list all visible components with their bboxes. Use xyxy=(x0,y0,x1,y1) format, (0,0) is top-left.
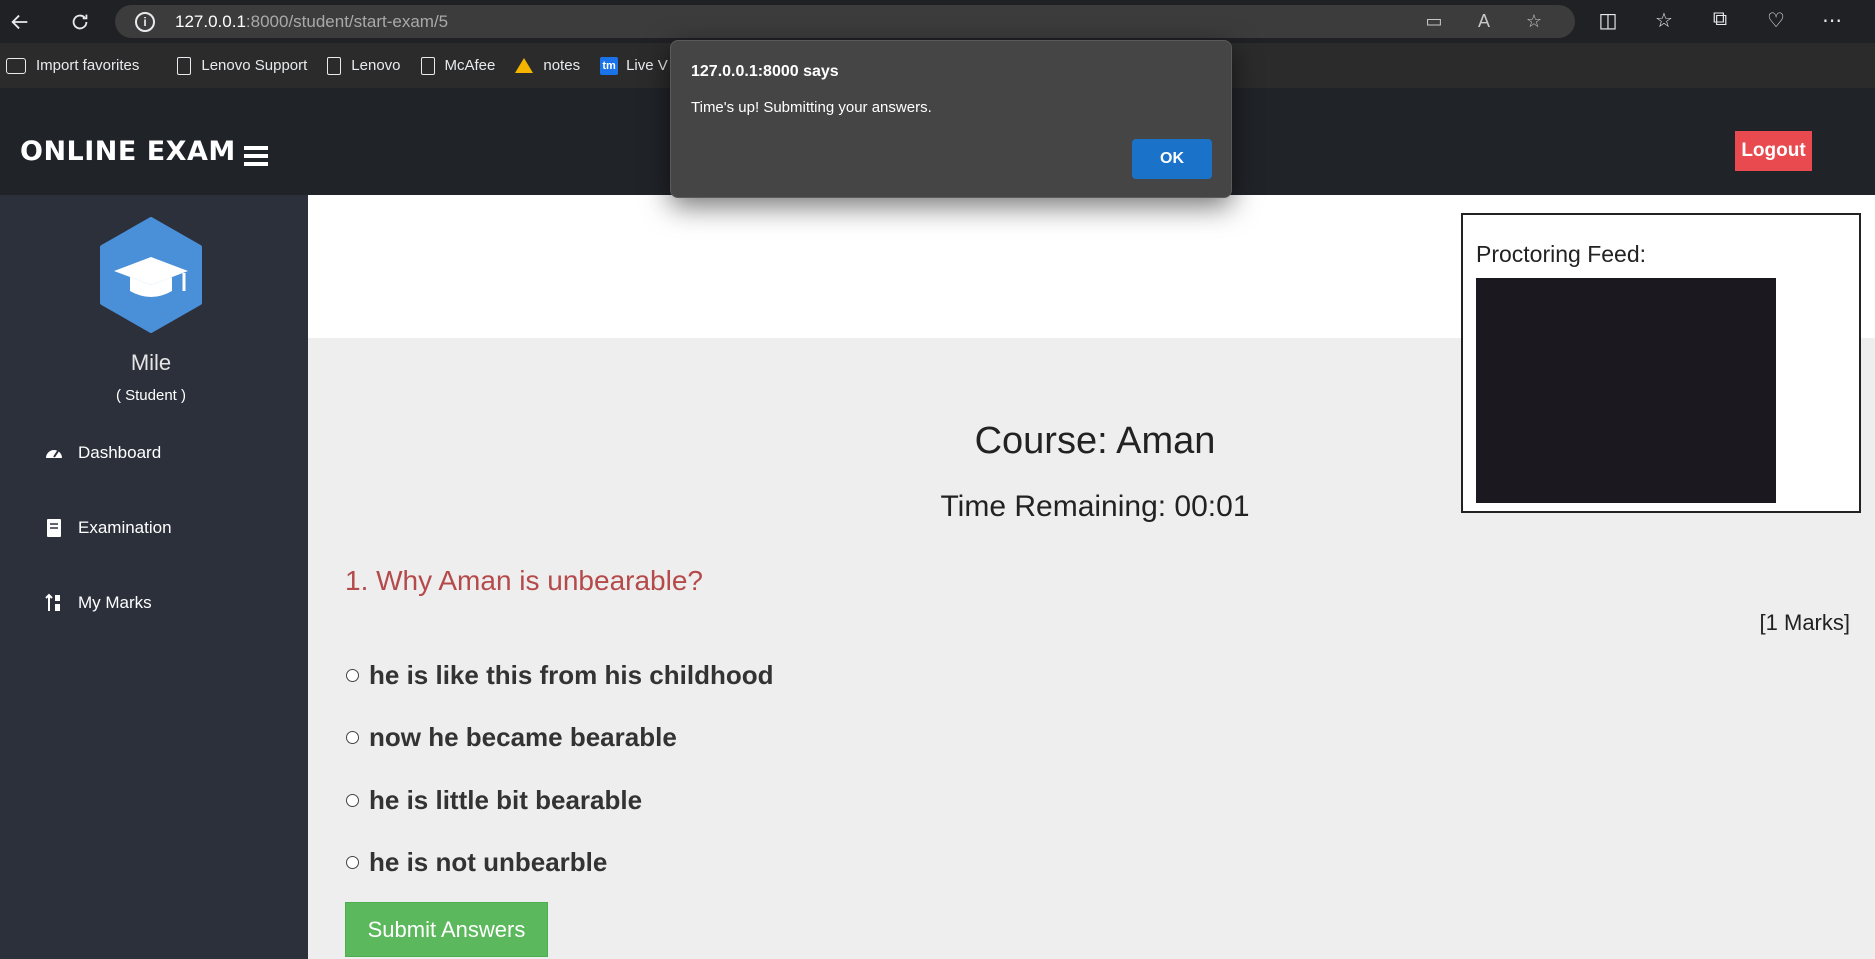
back-icon[interactable] xyxy=(0,2,40,42)
refresh-icon[interactable] xyxy=(60,2,100,42)
bookmark-lenovo[interactable]: Lenovo xyxy=(327,56,401,75)
page-icon xyxy=(177,56,192,75)
sidebar-item-label: Dashboard xyxy=(78,443,162,462)
radio-button[interactable] xyxy=(346,794,359,807)
proctoring-video-feed xyxy=(1476,278,1776,503)
google-drive-icon xyxy=(515,58,534,73)
book-icon xyxy=(44,518,64,538)
page-icon xyxy=(420,56,435,75)
option-label: he is little bit bearable xyxy=(369,785,643,815)
proctoring-panel: Proctoring Feed: xyxy=(1461,213,1861,513)
collections-icon[interactable]: ⧉ xyxy=(1707,8,1733,33)
bookmark-mcafee[interactable]: McAfee xyxy=(420,56,496,75)
sidebar-item-label: Examination xyxy=(78,518,172,537)
sidebar-item-dashboard[interactable]: Dashboard xyxy=(44,443,161,463)
url-host: 127.0.0.1 xyxy=(175,11,246,31)
bookmark-label: Lenovo Support xyxy=(201,57,308,74)
answer-option[interactable]: he is like this from his childhood xyxy=(346,660,774,691)
bookmark-live[interactable]: tm Live V xyxy=(600,56,668,75)
sidebar-item-my-marks[interactable]: My Marks xyxy=(44,593,152,613)
alert-dialog: 127.0.0.1:8000 says Time's up! Submittin… xyxy=(670,40,1232,198)
sort-numeric-icon xyxy=(44,593,64,613)
bookmark-label: Lenovo xyxy=(351,57,401,74)
bookmark-label: Import favorites xyxy=(36,57,140,74)
hamburger-menu-icon[interactable] xyxy=(244,146,268,170)
dialog-message: Time's up! Submitting your answers. xyxy=(691,99,932,116)
address-bar[interactable]: i 127.0.0.1:8000/student/start-exam/5 ▭ … xyxy=(115,5,1575,38)
course-title: Course: Aman xyxy=(974,420,1216,462)
user-role: ( Student ) xyxy=(115,387,187,404)
dashboard-gauge-icon xyxy=(44,443,64,463)
split-screen-icon[interactable]: ◫ xyxy=(1595,8,1621,33)
bookmark-label: Live V xyxy=(626,57,668,74)
favorite-star-icon[interactable]: ☆ xyxy=(1523,11,1545,32)
radio-button[interactable] xyxy=(346,669,359,682)
time-remaining: Time Remaining: 00:01 xyxy=(940,490,1250,523)
answer-option[interactable]: he is not unbearble xyxy=(346,847,607,878)
import-icon xyxy=(6,57,26,74)
bookmark-lenovo-support[interactable]: Lenovo Support xyxy=(177,56,308,75)
sidebar-item-label: My Marks xyxy=(78,593,152,612)
bookmark-label: McAfee xyxy=(444,57,496,74)
sidebar-item-examination[interactable]: Examination xyxy=(44,518,172,538)
browser-essentials-icon[interactable]: ♡ xyxy=(1763,8,1789,33)
favorites-icon[interactable]: ☆ xyxy=(1651,8,1677,33)
dialog-title: 127.0.0.1:8000 says xyxy=(691,63,839,80)
more-menu-icon[interactable]: ⋯ xyxy=(1819,8,1845,33)
option-label: now he became bearable xyxy=(369,722,677,752)
dialog-ok-button[interactable]: OK xyxy=(1132,139,1212,179)
proctoring-label: Proctoring Feed: xyxy=(1476,241,1647,267)
browser-toolbar: i 127.0.0.1:8000/student/start-exam/5 ▭ … xyxy=(0,0,1875,43)
answer-option[interactable]: he is little bit bearable xyxy=(346,785,642,816)
option-label: he is not unbearble xyxy=(369,847,608,877)
graduation-cap-avatar-icon xyxy=(100,217,202,333)
answer-option[interactable]: now he became bearable xyxy=(346,722,677,753)
page-icon xyxy=(327,56,342,75)
submit-answers-button[interactable]: Submit Answers xyxy=(345,902,548,957)
option-label: he is like this from his childhood xyxy=(369,660,774,690)
camera-icon[interactable]: ▭ xyxy=(1423,11,1445,32)
bookmark-label: notes xyxy=(543,57,581,74)
question-text: 1. Why Aman is unbearable? xyxy=(345,565,703,596)
site-info-icon[interactable]: i xyxy=(135,11,155,32)
user-name: Mile xyxy=(130,350,172,375)
tm-icon: tm xyxy=(600,56,619,75)
radio-button[interactable] xyxy=(346,731,359,744)
question-marks: [1 Marks] xyxy=(1759,610,1850,635)
bookmark-import-favorites[interactable]: Import favorites xyxy=(6,57,139,74)
brand-title: ONLINE EXAM xyxy=(20,136,236,167)
radio-button[interactable] xyxy=(346,856,359,869)
url-path: :8000/student/start-exam/5 xyxy=(245,11,449,31)
bookmark-notes[interactable]: notes xyxy=(515,57,580,74)
logout-button[interactable]: Logout xyxy=(1735,131,1812,171)
read-aloud-icon[interactable]: A xyxy=(1473,11,1495,32)
sidebar: Mile ( Student ) Dashboard Examination M… xyxy=(0,195,308,959)
